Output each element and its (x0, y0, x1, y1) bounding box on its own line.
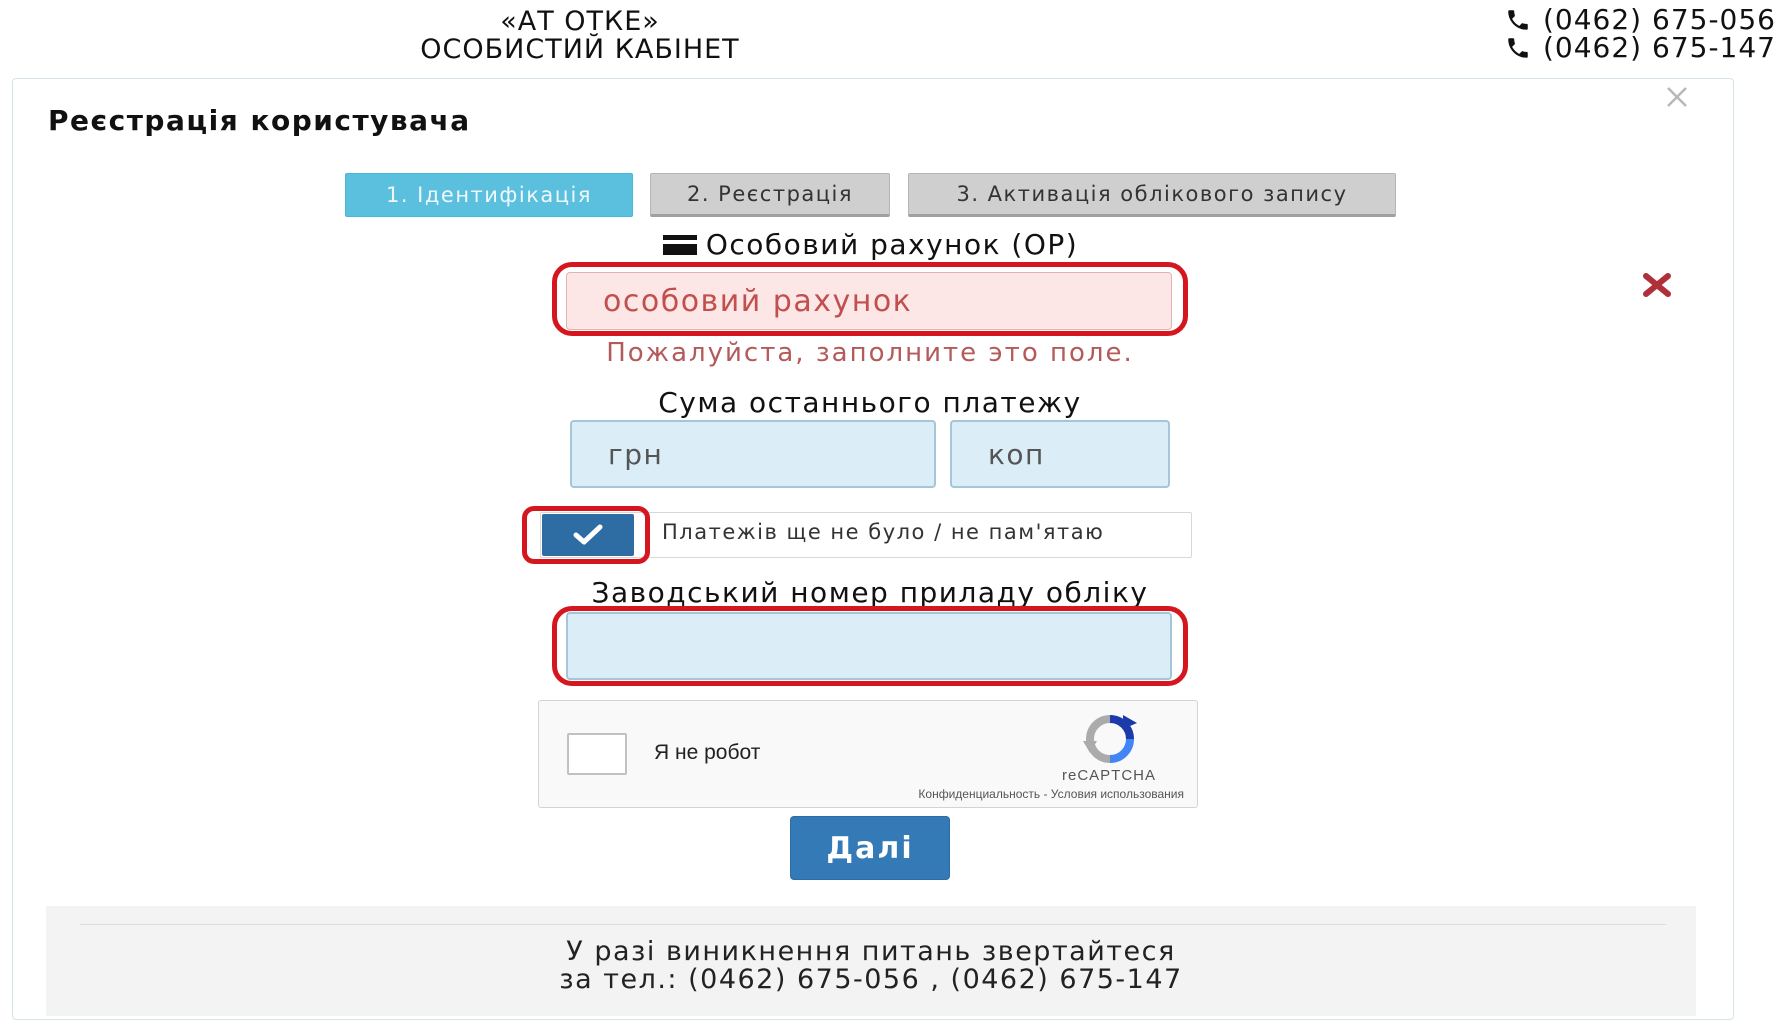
phone-row-2: (0462) 675-147 (1503, 34, 1776, 62)
kop-input[interactable]: коп (950, 420, 1170, 488)
credit-card-icon (662, 234, 697, 255)
close-icon[interactable] (1662, 82, 1692, 112)
org-header: «АТ ОТКЕ» ОСОБИСТИЙ КАБІНЕТ (330, 8, 830, 64)
next-button[interactable]: Далі (790, 816, 950, 880)
phone-row-1: (0462) 675-056 (1503, 6, 1776, 34)
org-name: «АТ ОТКЕ» (500, 6, 660, 37)
recaptcha-brand: reCAPTCHA (1061, 767, 1156, 784)
no-payments-checkbox[interactable] (542, 514, 634, 556)
footer-text: У разі виникнення питань звертайтеся за … (46, 938, 1696, 994)
account-input[interactable]: особовий рахунок (566, 272, 1172, 330)
phone-number-1[interactable]: (0462) 675-056 (1543, 6, 1776, 34)
account-placeholder: особовий рахунок (603, 283, 913, 319)
footer-line-1: У разі виникнення питань звертайтеся (566, 936, 1176, 967)
phone-icon (1508, 10, 1528, 30)
checkmark-icon (573, 524, 603, 545)
tab-identification[interactable]: 1. Ідентифікація (345, 173, 633, 217)
cabinet-title: ОСОБИСТИЙ КАБІНЕТ (420, 34, 740, 65)
uah-placeholder: грн (608, 437, 664, 471)
tab-registration[interactable]: 2. Реєстрація (650, 173, 890, 217)
header-phones: (0462) 675-056 (0462) 675-147 (1503, 6, 1776, 62)
footer-line-2: за тел.: (0462) 675-056 , (0462) 675-147 (559, 964, 1183, 995)
account-label-text: Особовий рахунок (ОР) (705, 228, 1079, 261)
uah-input[interactable]: грн (570, 420, 936, 488)
tab-activation[interactable]: 3. Активація облікового запису (908, 173, 1396, 217)
account-label: Особовий рахунок (ОР) (560, 228, 1180, 261)
recaptcha-checkbox[interactable] (567, 733, 627, 775)
modal-title: Реєстрація користувача (48, 104, 471, 137)
recaptcha-terms[interactable]: Конфиденциальность - Условия использован… (754, 787, 1184, 801)
error-x-icon (1643, 273, 1671, 297)
meter-label: Заводський номер приладу обліку (591, 576, 1149, 609)
recaptcha-widget: Я не робот reCAPTCHA Конфиденциальность … (538, 700, 1198, 808)
recaptcha-logo-icon (1083, 715, 1137, 763)
phone-number-2[interactable]: (0462) 675-147 (1543, 34, 1776, 62)
meter-serial-input[interactable] (566, 612, 1172, 680)
no-payments-label: Платежів ще не було / не пам'ятаю (662, 520, 1105, 544)
footer-divider (80, 924, 1666, 925)
phone-icon (1508, 38, 1528, 58)
modal-footer: У разі виникнення питань звертайтеся за … (46, 906, 1696, 1016)
recaptcha-label: Я не робот (654, 741, 761, 764)
last-payment-label: Сума останнього платежу (658, 386, 1082, 419)
account-error-message: Пожалуйста, заполните это поле. (606, 338, 1134, 368)
kop-placeholder: коп (988, 437, 1045, 471)
